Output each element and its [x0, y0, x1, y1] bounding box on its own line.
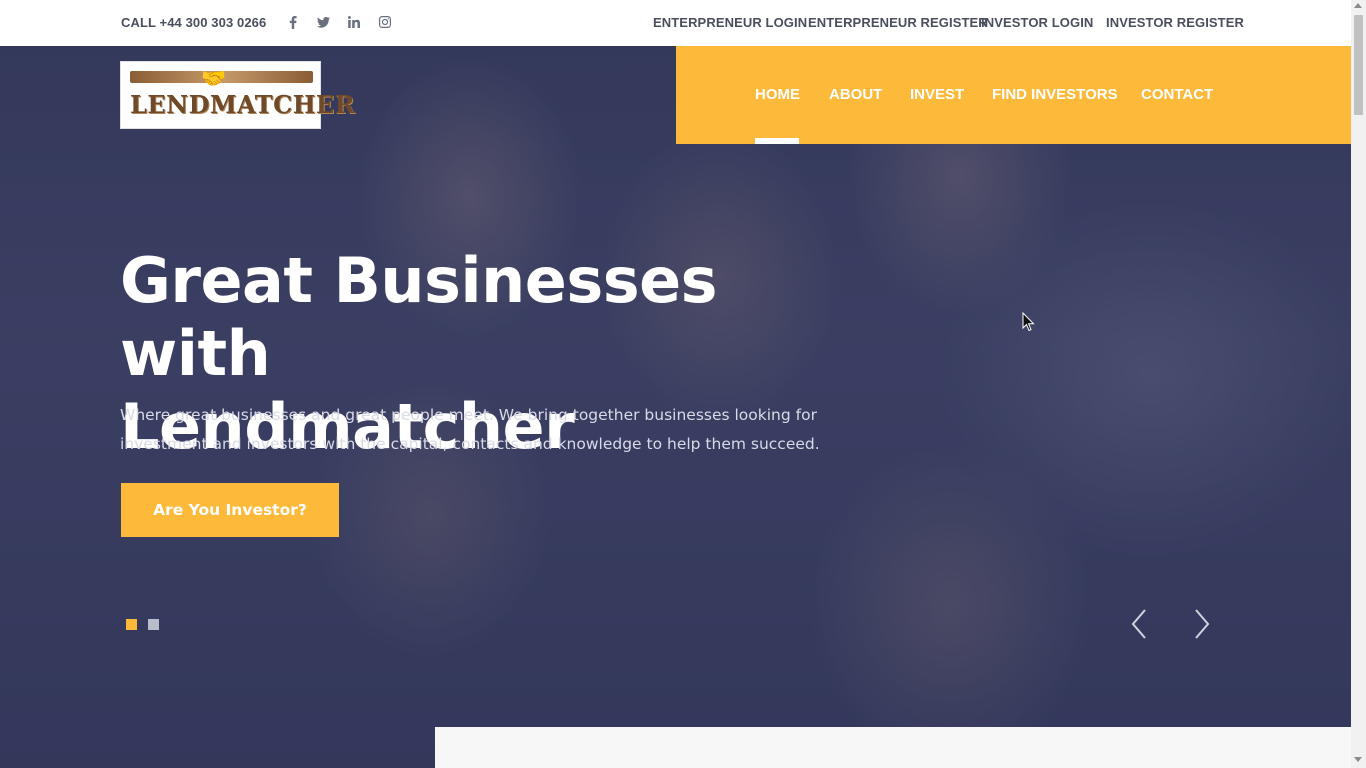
- mouse-cursor-icon: [1022, 311, 1036, 332]
- entrepreneur-login-link[interactable]: ENTERPRENEUR LOGIN: [653, 15, 807, 30]
- nav-item-find-investors[interactable]: FIND INVESTORS: [992, 86, 1118, 103]
- nav-item-home[interactable]: HOME: [755, 86, 800, 103]
- main-nav: HOME ABOUT INVEST FIND INVESTORS CONTACT: [676, 46, 1351, 144]
- site-logo[interactable]: 🤝 LENDMATCHER: [120, 61, 355, 129]
- next-slide-arrow-icon[interactable]: [1191, 608, 1211, 640]
- logo-text: LENDMATCHER: [130, 90, 356, 119]
- hero-headline-line-1: Great Businesses with: [120, 244, 718, 390]
- content-panel-top: [435, 727, 1351, 768]
- call-phone-number[interactable]: CALL +44 300 303 0266: [121, 15, 266, 30]
- active-nav-indicator: [755, 138, 799, 144]
- hero-subtext: Where great businesses and great people …: [120, 401, 820, 459]
- nav-item-about[interactable]: ABOUT: [829, 86, 882, 103]
- page-scrollbar[interactable]: [1351, 0, 1366, 768]
- linkedin-icon[interactable]: [346, 13, 362, 31]
- entrepreneur-register-link[interactable]: ENTERPRENEUR REGISTER: [808, 15, 988, 30]
- scroll-up-arrow-icon[interactable]: [1354, 3, 1362, 8]
- twitter-icon[interactable]: [315, 13, 331, 31]
- prev-slide-arrow-icon[interactable]: [1130, 608, 1150, 640]
- facebook-icon[interactable]: [285, 13, 301, 31]
- instagram-icon[interactable]: [377, 13, 393, 31]
- handshake-icon: 🤝: [201, 68, 226, 90]
- nav-item-contact[interactable]: CONTACT: [1141, 86, 1213, 103]
- hero-subtext-line-2: investment and investors with the capita…: [120, 435, 820, 453]
- are-you-investor-button[interactable]: Are You Investor?: [121, 483, 339, 537]
- hero-slider: 🤝 LENDMATCHER HOME ABOUT INVEST FIND INV…: [0, 46, 1351, 768]
- scrollbar-thumb[interactable]: [1354, 15, 1363, 115]
- investor-login-link[interactable]: INVESTOR LOGIN: [981, 15, 1093, 30]
- slide-dot-1[interactable]: [126, 619, 137, 630]
- scroll-down-arrow-icon[interactable]: [1354, 757, 1362, 762]
- top-bar: CALL +44 300 303 0266 ENTERPRENEUR LOGIN…: [0, 0, 1351, 46]
- hero-subtext-line-1: Where great businesses and great people …: [120, 406, 817, 424]
- investor-register-link[interactable]: INVESTOR REGISTER: [1106, 15, 1244, 30]
- nav-item-invest[interactable]: INVEST: [910, 86, 964, 103]
- slide-dot-2[interactable]: [148, 619, 159, 630]
